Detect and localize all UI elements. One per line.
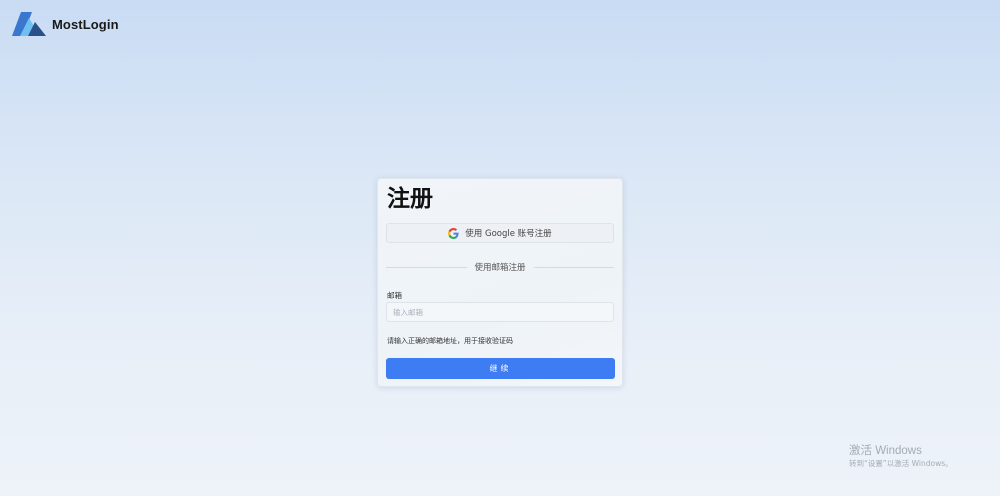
brand-name: MostLogin (52, 16, 119, 32)
divider-line-right (533, 266, 615, 268)
watermark-title: 激活 Windows (849, 445, 922, 457)
divider-line-left (386, 266, 467, 268)
brand[interactable]: MostLogin (12, 12, 119, 36)
divider-label: 使用邮箱注册 (474, 263, 526, 273)
windows-activation-watermark: 激活 Windows 转到“设置”以激活 Windows。 (849, 445, 953, 468)
email-label: 邮箱 (387, 291, 402, 300)
google-icon (448, 227, 459, 239)
google-signup-label: 使用 Google 账号注册 (465, 229, 552, 239)
continue-button[interactable]: 继续 (386, 358, 615, 379)
email-divider: 使用邮箱注册 (386, 261, 615, 273)
email-hint: 请输入正确的邮箱地址，用于接收验证码 (387, 337, 513, 345)
google-signup-button[interactable]: 使用 Google 账号注册 (386, 223, 614, 243)
page-title: 注册 (387, 186, 433, 212)
brand-logo-icon (12, 12, 46, 36)
watermark-subtitle: 转到“设置”以激活 Windows。 (849, 458, 953, 468)
signup-card: 注册 使用 Google 账号注册 使用邮箱注册 邮箱 请输入正确的邮箱地址，用… (377, 178, 623, 387)
email-input[interactable] (386, 302, 614, 322)
